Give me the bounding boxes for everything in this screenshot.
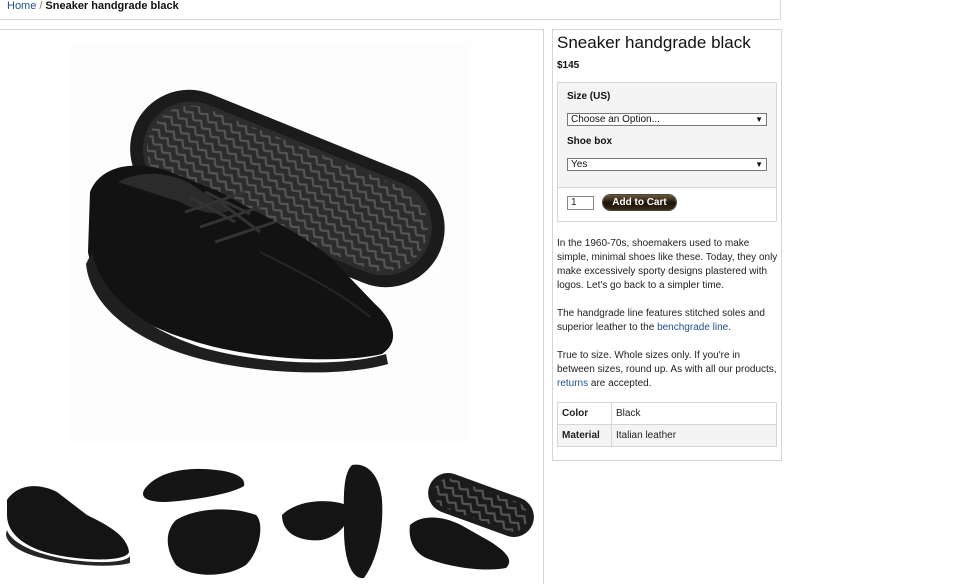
description-text: True to size. Whole sizes only. If you'r… [557, 350, 777, 375]
shoe-box-select-value: Yes [571, 159, 588, 170]
thumbnail-1[interactable] [2, 460, 132, 580]
quantity-input[interactable]: 1 [567, 196, 594, 210]
description-paragraph-3: True to size. Whole sizes only. If you'r… [557, 349, 779, 391]
thumbnail-3[interactable] [272, 460, 402, 580]
attribute-name: Color [557, 402, 612, 425]
breadcrumb-separator: / [39, 0, 43, 12]
thumbnail-2[interactable] [136, 460, 266, 580]
breadcrumb-home-link[interactable]: Home [7, 0, 36, 12]
add-to-cart-button[interactable]: Add to Cart [603, 195, 676, 210]
benchgrade-line-link[interactable]: benchgrade line [657, 322, 728, 333]
attribute-row: Material Italian leather [557, 424, 777, 447]
attribute-name: Material [557, 424, 612, 447]
shoe-box-select[interactable]: Yes ▼ [567, 158, 767, 171]
product-gallery [0, 29, 544, 584]
product-attributes-table: Color Black Material Italian leather [557, 402, 777, 447]
main-product-image[interactable] [70, 42, 470, 442]
triangle-down-icon: ▼ [755, 115, 763, 124]
breadcrumb: Home / Sneaker handgrade black [7, 0, 179, 12]
size-select-value: Choose an Option... [571, 114, 660, 125]
breadcrumb-bar: Home / Sneaker handgrade black [0, 0, 781, 20]
product-info-panel: Sneaker handgrade black $145 Size (US) C… [552, 29, 782, 461]
returns-link[interactable]: returns [557, 378, 588, 389]
attribute-row: Color Black [557, 402, 777, 425]
product-price: $145 [557, 60, 580, 71]
size-select[interactable]: Choose an Option... ▼ [567, 113, 767, 126]
product-title: Sneaker handgrade black [557, 33, 751, 52]
description-paragraph-1: In the 1960-70s, shoemakers used to make… [557, 238, 778, 291]
description-text: are accepted. [588, 378, 652, 389]
thumbnail-4[interactable] [406, 460, 536, 580]
shoe-box-label: Shoe box [567, 136, 613, 147]
description-paragraph-2: The handgrade line features stitched sol… [557, 307, 779, 335]
product-options: Size (US) Choose an Option... ▼ Shoe box… [557, 82, 777, 188]
attribute-value: Italian leather [611, 424, 777, 447]
triangle-down-icon: ▼ [755, 160, 763, 169]
description-text: . [728, 322, 732, 333]
add-to-cart-row: 1 Add to Cart [557, 187, 777, 222]
attribute-value: Black [611, 402, 777, 425]
size-label: Size (US) [567, 91, 611, 102]
breadcrumb-current: Sneaker handgrade black [45, 0, 179, 12]
